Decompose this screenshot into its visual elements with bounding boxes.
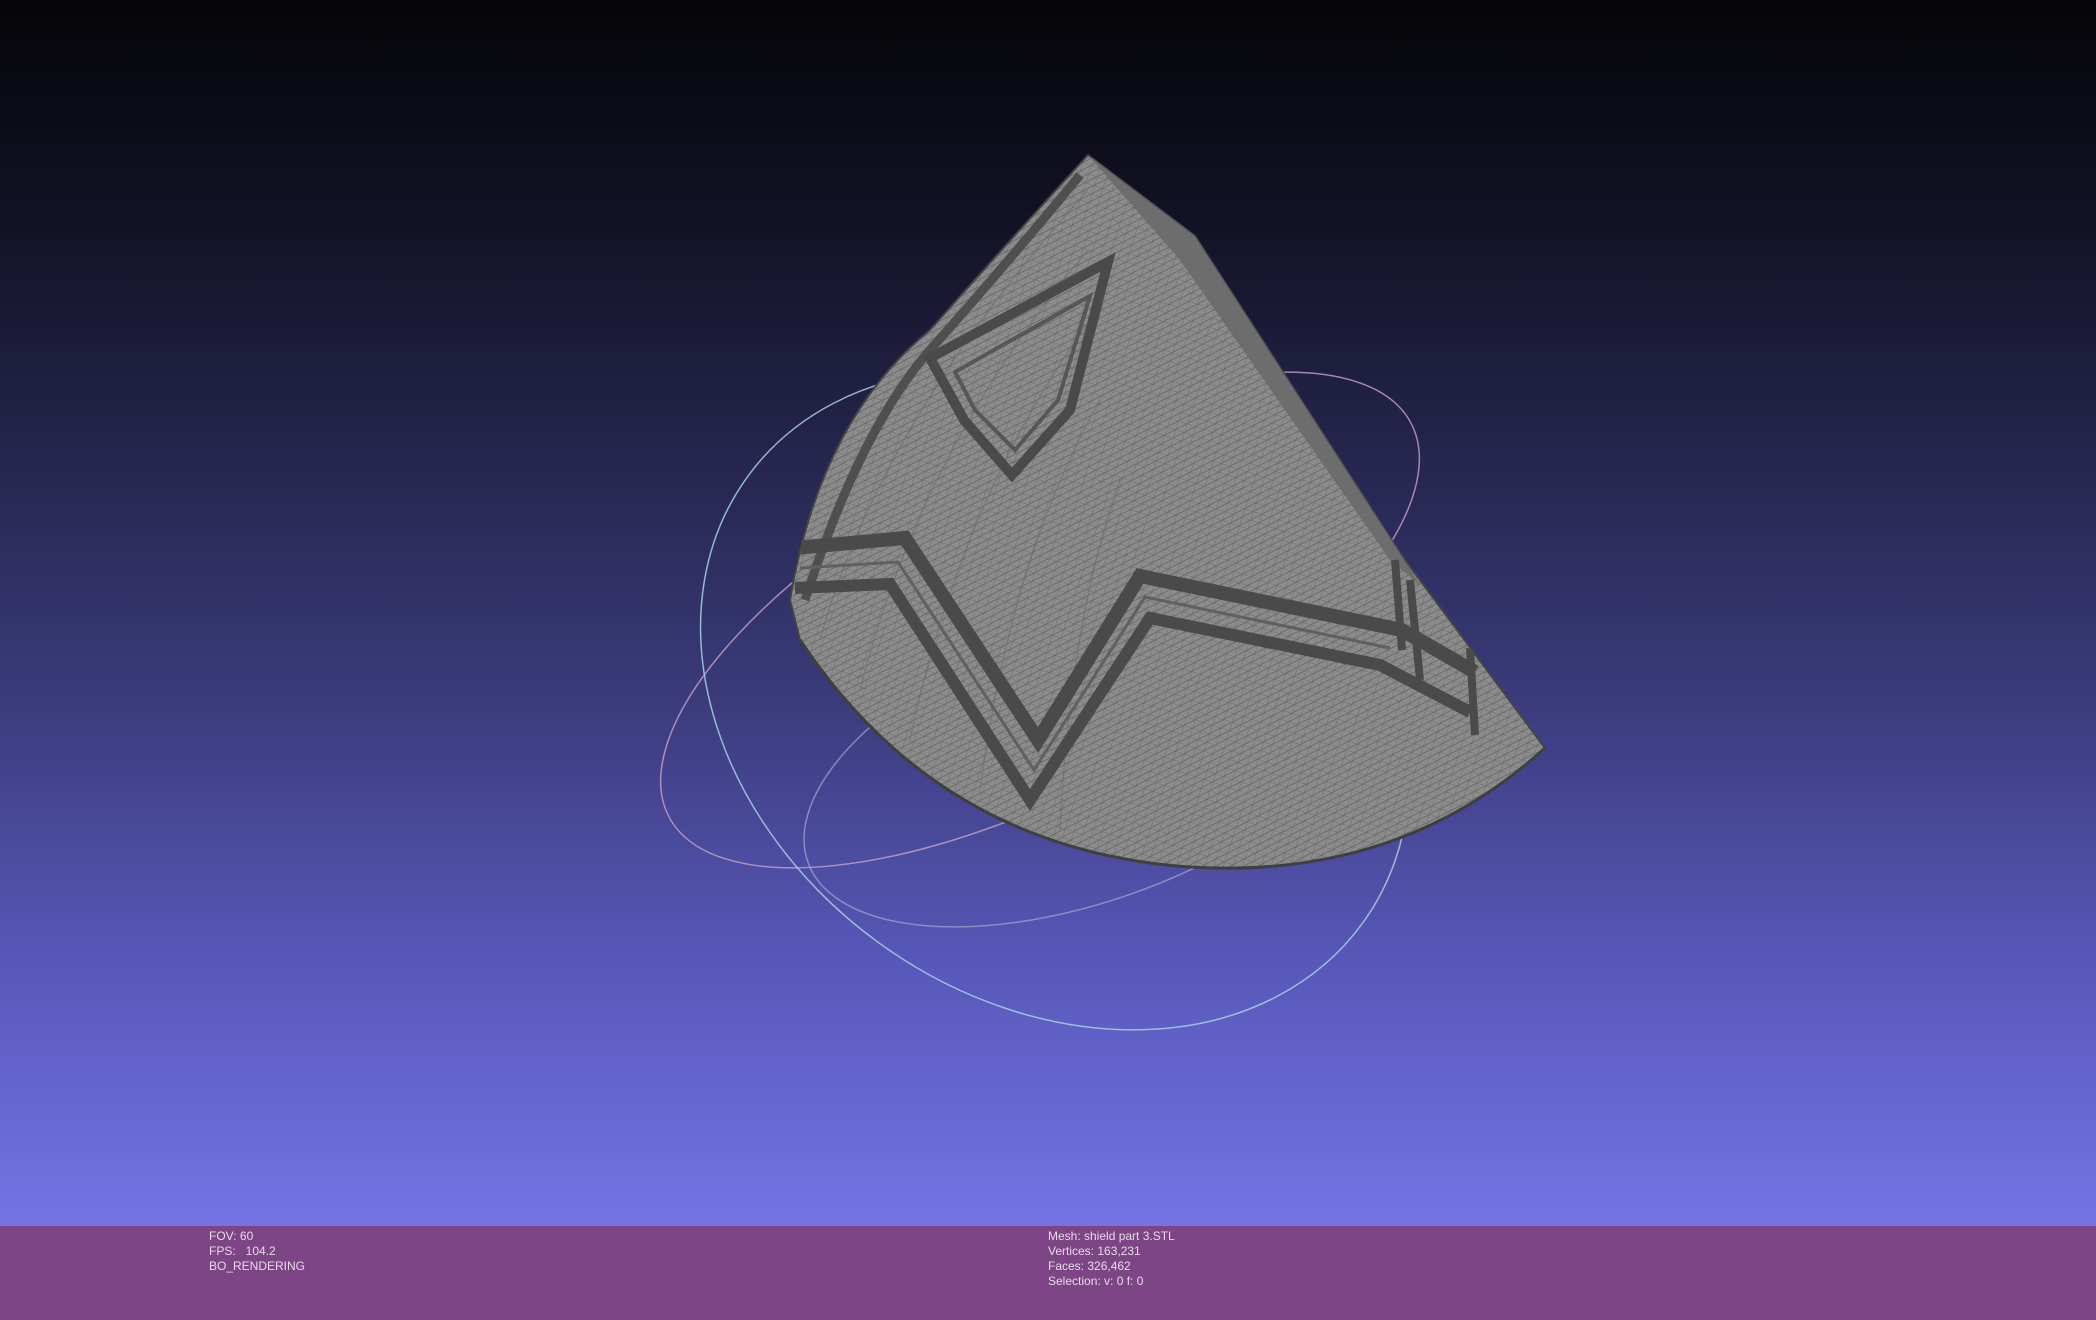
render-info: FOV: 60 FPS: 104.2 BO_RENDERING (209, 1229, 305, 1274)
status-bar: FOV: 60 FPS: 104.2 BO_RENDERING Mesh: sh… (0, 1226, 2096, 1320)
mesh-name-readout: Mesh: shield part 3.STL (1048, 1229, 1175, 1243)
face-count-readout: Faces: 326,462 (1048, 1259, 1131, 1273)
fov-readout: FOV: 60 (209, 1229, 254, 1243)
render-mode-readout: BO_RENDERING (209, 1259, 306, 1273)
selection-readout: Selection: v: 0 f: 0 (1048, 1274, 1144, 1288)
vertex-count-readout: Vertices: 163,231 (1048, 1244, 1141, 1258)
mesh-shield-part[interactable] (788, 153, 1547, 870)
mesh-info: Mesh: shield part 3.STL Vertices: 163,23… (1048, 1229, 1175, 1289)
viewport-canvas[interactable] (0, 0, 2096, 1226)
fps-readout: FPS: 104.2 (209, 1244, 276, 1258)
3d-viewport[interactable] (0, 0, 2096, 1226)
